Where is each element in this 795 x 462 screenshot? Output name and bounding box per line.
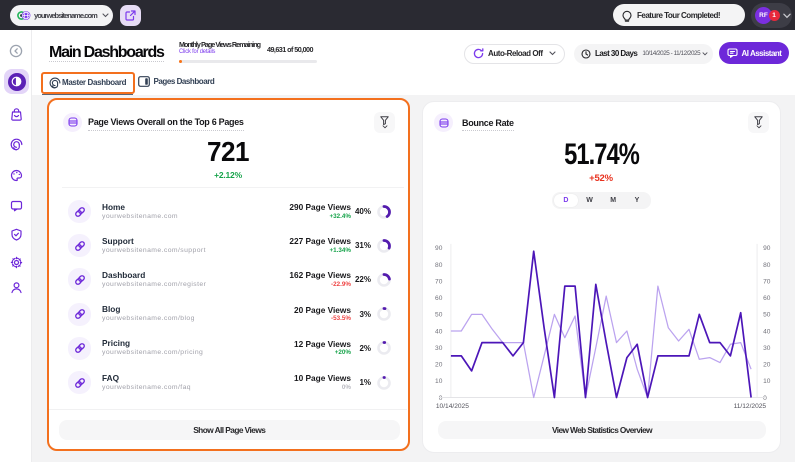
svg-text:20: 20	[435, 362, 443, 369]
svg-text:10/14/2025: 10/14/2025	[435, 403, 468, 410]
svg-text:30: 30	[435, 345, 443, 352]
svg-text:50: 50	[763, 312, 771, 319]
svg-text:10: 10	[763, 378, 771, 385]
svg-text:11/12/2025: 11/12/2025	[733, 403, 766, 410]
svg-text:90: 90	[435, 245, 443, 252]
svg-text:70: 70	[435, 278, 443, 285]
svg-text:40: 40	[435, 328, 443, 335]
svg-text:30: 30	[763, 345, 771, 352]
svg-text:10: 10	[435, 378, 443, 385]
svg-text:70: 70	[763, 278, 771, 285]
svg-text:90: 90	[763, 245, 771, 252]
svg-text:60: 60	[435, 295, 443, 302]
svg-text:0: 0	[763, 395, 767, 402]
svg-text:0: 0	[438, 395, 442, 402]
svg-text:50: 50	[435, 312, 443, 319]
svg-text:60: 60	[763, 295, 771, 302]
svg-text:80: 80	[763, 262, 771, 269]
svg-text:80: 80	[435, 262, 443, 269]
svg-text:20: 20	[763, 362, 771, 369]
svg-text:40: 40	[763, 328, 771, 335]
